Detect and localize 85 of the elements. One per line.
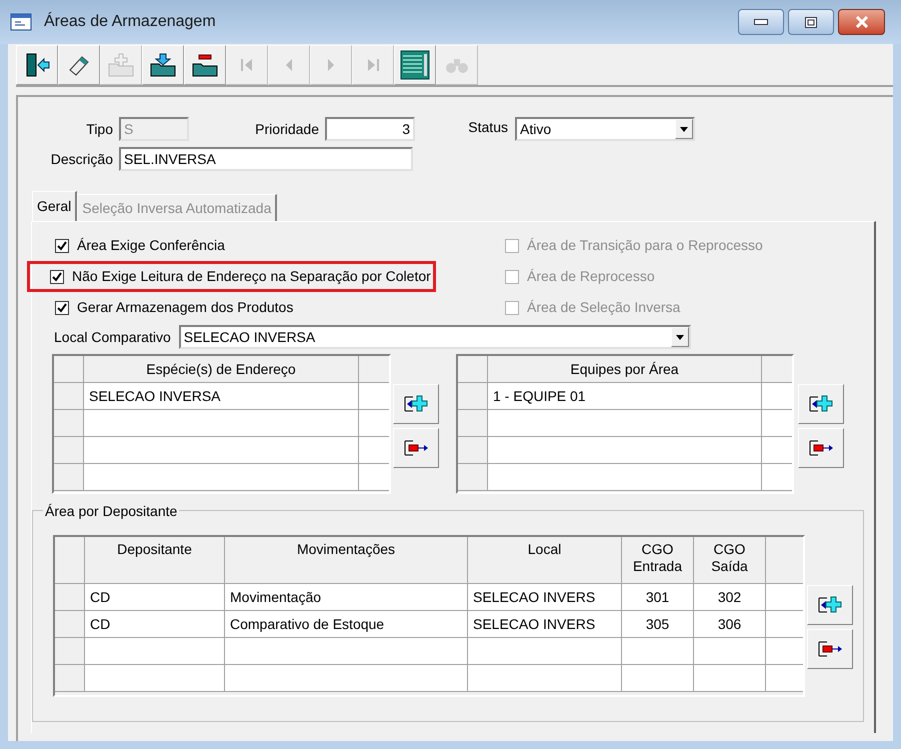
checkbox-label: Área de Transição para o Reprocesso [527,236,763,255]
table-cell [359,383,389,410]
dropdown-field[interactable]: Ativo [515,117,695,141]
table-cell [359,464,389,491]
field-label: Tipo [85,120,113,139]
maximize-button[interactable] [788,9,834,35]
dropdown-arrow-button[interactable] [670,327,689,347]
toolbar-button[interactable] [16,45,58,85]
field-label: Descrição [50,150,113,169]
tab[interactable]: Geral [32,191,78,221]
table-cell: 305 [622,611,694,638]
skip-forward-icon [366,57,380,73]
table-cell: Movimentação [225,584,468,611]
table-cell [766,584,803,611]
table-cell: CD [85,584,225,611]
minimize-icon [754,19,768,25]
dropdown-field[interactable]: SELECAO INVERSA [178,325,691,349]
table-cell: Comparativo de Estoque [225,611,468,638]
table-cell: 302 [694,584,766,611]
row-header-cell [54,356,84,383]
table-cell [766,611,803,638]
table-cell [766,638,803,665]
caret-icon [676,334,684,340]
dropdown-value: SELECAO INVERSA [182,328,316,346]
checkbox[interactable] [55,300,69,314]
table-cell: 301 [622,584,694,611]
row-header-cell [458,356,488,383]
triangle-left-icon [284,57,294,73]
table-cell: 1 - EQUIPE 01 [488,383,762,410]
table-cell [766,665,803,692]
table-cell [359,437,389,464]
table-cell [762,410,792,437]
field-label: Prioridade [254,120,319,138]
row-header-cell [55,537,85,584]
table-cell: 306 [694,611,766,638]
text-field[interactable]: 3 [325,117,415,141]
table-cell [694,638,766,665]
checkbox-label: Área Exige Conferência [77,236,225,255]
add-row-button[interactable] [393,384,439,424]
toolbar-button[interactable] [142,45,184,85]
remove-row-button[interactable] [798,428,844,468]
dropdown-arrow-button[interactable] [675,119,693,139]
table-cell: SELECAO INVERSA [84,383,359,410]
door-exit-icon [24,52,50,78]
skip-back-icon [240,57,254,73]
field-label: Local Comparativo [54,328,171,347]
folder-download-icon [149,52,177,78]
toolbar-button[interactable] [58,45,100,85]
checkbox[interactable] [50,270,64,284]
close-icon [854,16,868,28]
close-button[interactable] [838,9,885,35]
window-title: Áreas de Armazenagem [44,11,216,32]
table-cell [622,638,694,665]
remove-row-button[interactable] [807,629,853,669]
table-icon [400,50,430,80]
table-cell [359,410,389,437]
minimize-button[interactable] [738,9,784,35]
table-cell [694,665,766,692]
toolbar-button[interactable] [184,45,226,85]
checkbox[interactable] [55,238,69,252]
table-cell [762,437,792,464]
dropdown-value: Ativo [519,120,552,138]
remove-row-button[interactable] [393,428,439,468]
folder-plus-icon [107,52,135,78]
field-label: Status [467,118,508,137]
checkbox-label: Área de Reprocesso [527,267,655,286]
table-cell [762,464,792,491]
toolbar-button[interactable] [394,45,436,85]
table-cell: CD [85,611,225,638]
add-row-button[interactable] [807,585,853,625]
folder-minus-icon [191,52,219,78]
checkbox-label: Gerar Armazenagem dos Produtos [77,298,294,317]
add-row-button[interactable] [798,384,844,424]
group-title: Área por Depositante [43,501,180,522]
window-icon [10,13,32,31]
checkbox-label: Área de Seleção Inversa [527,298,680,317]
caret-icon [680,126,688,132]
table-cell: SELECAO INVERS [468,611,622,638]
restore-icon [805,16,817,28]
table-cell [762,383,792,410]
table-cell [622,665,694,692]
triangle-right-icon [326,57,336,73]
checkbox-label: Não Exige Leitura de Endereço na Separação por Coletor [72,267,431,286]
table-cell: SELECAO INVERS [468,584,622,611]
text-field[interactable]: SEL.INVERSA [119,147,413,171]
